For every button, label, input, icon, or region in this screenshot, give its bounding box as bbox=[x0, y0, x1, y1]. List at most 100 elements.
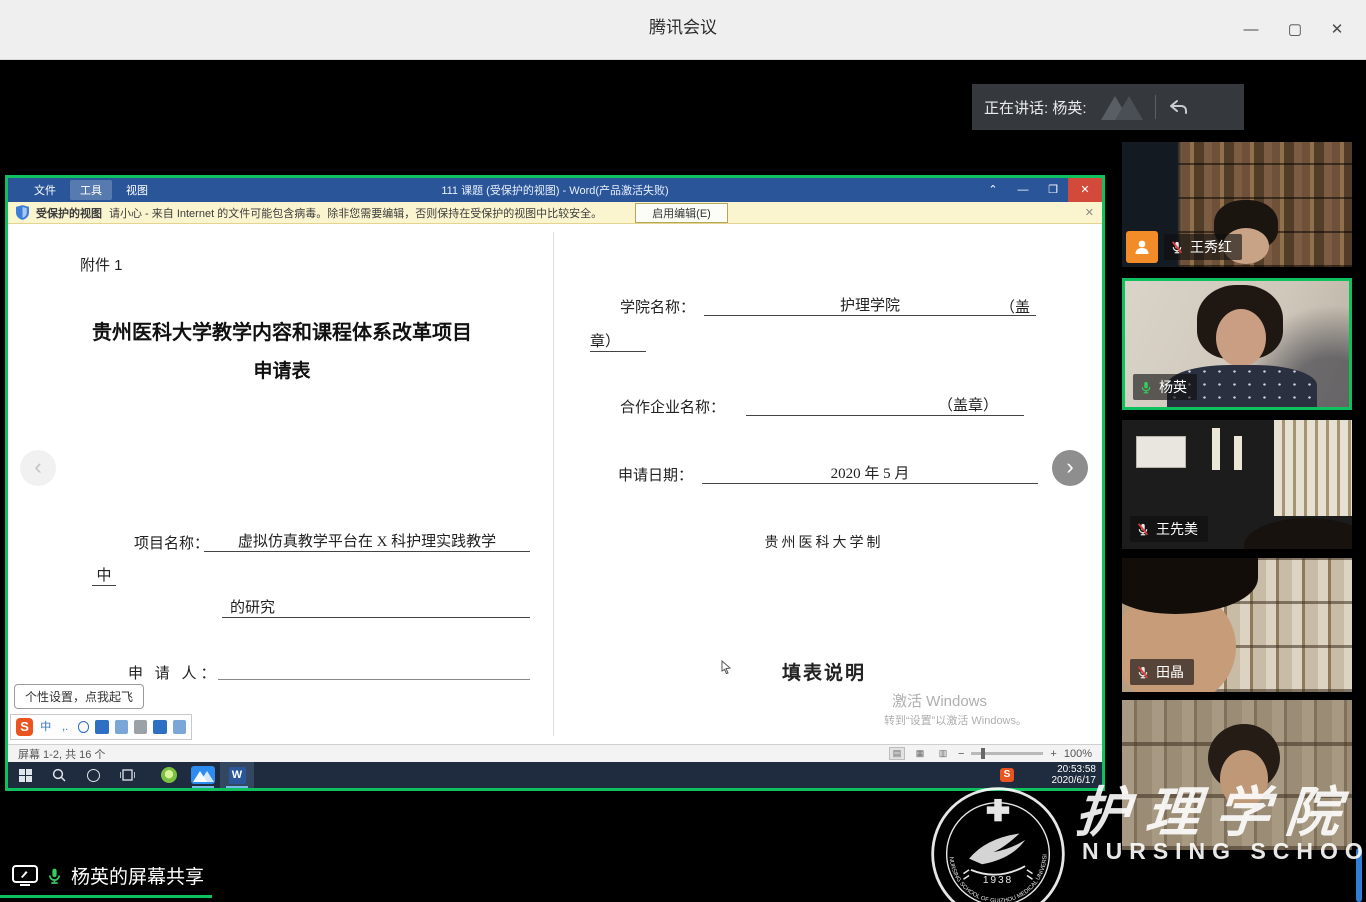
mic-active-icon bbox=[1139, 380, 1153, 395]
windows-activate-watermark-1: 激活 Windows bbox=[892, 690, 987, 711]
zoom-slider[interactable] bbox=[971, 752, 1043, 755]
company-label: 合作企业名称： bbox=[620, 396, 725, 417]
sogou-punct-icon[interactable]: ,. bbox=[58, 720, 71, 734]
shield-icon bbox=[16, 205, 29, 220]
shared-screen-frame: 文件 工具 视图 111 课题 (受保护的视图) - Word(产品激活失败) … bbox=[5, 175, 1105, 791]
project-name-value: 虚拟仿真教学平台在 X 科护理实践教学 bbox=[204, 530, 530, 552]
made-by-line: 贵州医科大学制 bbox=[554, 532, 1094, 552]
sogou-emoji-icon[interactable] bbox=[78, 721, 90, 733]
sogou-toolbox-icon[interactable] bbox=[173, 720, 186, 734]
video-decor bbox=[1216, 309, 1266, 367]
taskbar-search-button[interactable] bbox=[42, 762, 76, 788]
cortana-icon bbox=[87, 769, 100, 782]
mic-active-icon bbox=[46, 867, 63, 885]
participant-tile[interactable]: 田晶 bbox=[1122, 558, 1352, 692]
zoom-in-button[interactable]: + bbox=[1050, 748, 1056, 760]
sogou-skin-icon[interactable] bbox=[153, 720, 166, 734]
project-name-label: 项目名称： bbox=[134, 532, 209, 553]
web-layout-button[interactable]: ▥ bbox=[935, 747, 951, 760]
video-decor bbox=[1220, 750, 1268, 808]
participants-scrollbar[interactable] bbox=[1356, 848, 1362, 902]
protected-view-bar: 受保护的视图 请小心 - 来自 Internet 的文件可能包含病毒。除非您需要… bbox=[8, 202, 1102, 224]
word-menu-file[interactable]: 文件 bbox=[24, 180, 66, 200]
share-underline bbox=[0, 895, 212, 898]
participant-tile[interactable] bbox=[1122, 700, 1352, 850]
word-restore-button[interactable]: ❐ bbox=[1038, 178, 1068, 202]
form-title-line2: 申请表 bbox=[36, 356, 528, 383]
participant-tile[interactable]: 王先美 bbox=[1122, 420, 1352, 549]
date-value: 2020 年 5 月 bbox=[702, 462, 1038, 484]
video-decor bbox=[1234, 436, 1242, 470]
college-stamp-wrap: 章） bbox=[590, 330, 646, 352]
college-stamp-open: （盖 bbox=[1000, 296, 1030, 317]
word-statusbar: 屏幕 1-2, 共 16 个 ▤ ▦ ▥ − + 100% bbox=[8, 744, 1102, 762]
enable-editing-button[interactable]: 启用编辑(E) bbox=[635, 203, 728, 223]
sogou-toolbar: S 中 ,. bbox=[10, 714, 192, 740]
form-title-line1: 贵州医科大学教学内容和课程体系改革项目 bbox=[36, 316, 528, 345]
participant-name: 王秀红 bbox=[1190, 237, 1232, 257]
participant-tile-speaking[interactable]: 杨英 bbox=[1122, 278, 1352, 410]
sogou-voice-icon[interactable] bbox=[95, 720, 108, 734]
applicant-label: 申 请 人： bbox=[128, 662, 220, 683]
minimize-button[interactable]: — bbox=[1236, 16, 1266, 44]
avatar-badge bbox=[1126, 231, 1158, 263]
video-decor bbox=[1274, 420, 1352, 516]
clock-time: 20:53:58 bbox=[1052, 764, 1097, 775]
clock-date: 2020/6/17 bbox=[1052, 775, 1097, 786]
word-app-button[interactable]: W bbox=[220, 762, 254, 788]
sogou-keyboard-icon[interactable] bbox=[115, 720, 128, 734]
zoom-out-button[interactable]: − bbox=[958, 748, 964, 760]
start-button[interactable] bbox=[8, 762, 42, 788]
browser-app-icon bbox=[161, 767, 177, 783]
zoom-slider-thumb[interactable] bbox=[981, 748, 985, 759]
prev-screen-button[interactable]: ‹ bbox=[20, 450, 56, 486]
instructions-title: 填表说明 bbox=[554, 658, 1094, 685]
print-layout-button[interactable]: ▦ bbox=[912, 747, 928, 760]
college-label: 学院名称： bbox=[620, 296, 695, 317]
video-decor bbox=[1136, 436, 1186, 468]
task-view-button[interactable] bbox=[110, 762, 144, 788]
protected-bar-close-icon[interactable]: ✕ bbox=[1085, 206, 1094, 219]
mic-muted-icon bbox=[1136, 665, 1150, 680]
project-name-wrap: 中 bbox=[92, 564, 116, 586]
sogou-cn-mode-icon[interactable]: 中 bbox=[39, 720, 52, 734]
protected-view-label: 受保护的视图 bbox=[36, 205, 102, 221]
participant-tile[interactable]: 王秀红 bbox=[1122, 142, 1352, 267]
search-icon bbox=[52, 768, 66, 782]
screen-share-icon bbox=[12, 865, 38, 886]
tray-sogou-icon[interactable]: S bbox=[1000, 768, 1014, 782]
participant-name: 王先美 bbox=[1156, 519, 1198, 539]
word-menu-tools[interactable]: 工具 bbox=[70, 180, 112, 200]
project-name-value2: 的研究 bbox=[222, 596, 530, 618]
app-titlebar: 腾讯会议 — ▢ ✕ bbox=[0, 0, 1366, 60]
word-document-title: 111 课题 (受保护的视图) - Word(产品激活失败) bbox=[441, 182, 668, 198]
tencent-meeting-app-button[interactable] bbox=[186, 762, 220, 788]
windows-activate-watermark-2: 转到“设置”以激活 Windows。 bbox=[884, 712, 1027, 728]
screen-share-banner: 杨英的屏幕共享 bbox=[12, 862, 204, 889]
svg-text:NURSING SCHOOL OF GUIZHOU MEDI: NURSING SCHOOL OF GUIZHOU MEDICAL UNIVER… bbox=[928, 784, 1049, 902]
maximize-button[interactable]: ▢ bbox=[1280, 16, 1310, 44]
banner-divider bbox=[1155, 95, 1156, 119]
participant-name: 田晶 bbox=[1156, 662, 1184, 682]
browser-app-button[interactable] bbox=[152, 762, 186, 788]
video-decor bbox=[1212, 428, 1220, 470]
word-minimize-button[interactable]: — bbox=[1008, 178, 1038, 202]
taskbar-clock[interactable]: 20:53:58 2020/6/17 bbox=[1052, 764, 1097, 786]
read-mode-button[interactable]: ▤ bbox=[889, 747, 905, 760]
word-close-button[interactable]: ✕ bbox=[1068, 178, 1102, 202]
sogou-passport-icon[interactable] bbox=[134, 720, 147, 734]
word-menu-view[interactable]: 视图 bbox=[116, 180, 158, 200]
next-screen-button[interactable]: › bbox=[1052, 450, 1088, 486]
speaking-label: 正在讲话: 杨英: bbox=[984, 97, 1087, 118]
word-titlebar: 文件 工具 视图 111 课题 (受保护的视图) - Word(产品激活失败) … bbox=[8, 178, 1102, 202]
zoom-level-label: 100% bbox=[1064, 748, 1092, 760]
reply-arrow-icon[interactable] bbox=[1168, 97, 1188, 117]
windows-logo-icon bbox=[19, 769, 32, 782]
sogou-logo-icon[interactable]: S bbox=[16, 718, 33, 736]
ribbon-collapse-icon[interactable]: ⌃ bbox=[978, 178, 1008, 202]
school-seal-icon: 1938 NURSING SCHOOL OF GUIZHOU MEDICAL U… bbox=[928, 784, 1068, 902]
sogou-tooltip: 个性设置，点我起飞 bbox=[14, 684, 144, 709]
protected-view-message: 请小心 - 来自 Internet 的文件可能包含病毒。除非您需要编辑，否则保持… bbox=[109, 205, 602, 221]
close-button[interactable]: ✕ bbox=[1322, 16, 1352, 44]
cortana-button[interactable] bbox=[76, 762, 110, 788]
